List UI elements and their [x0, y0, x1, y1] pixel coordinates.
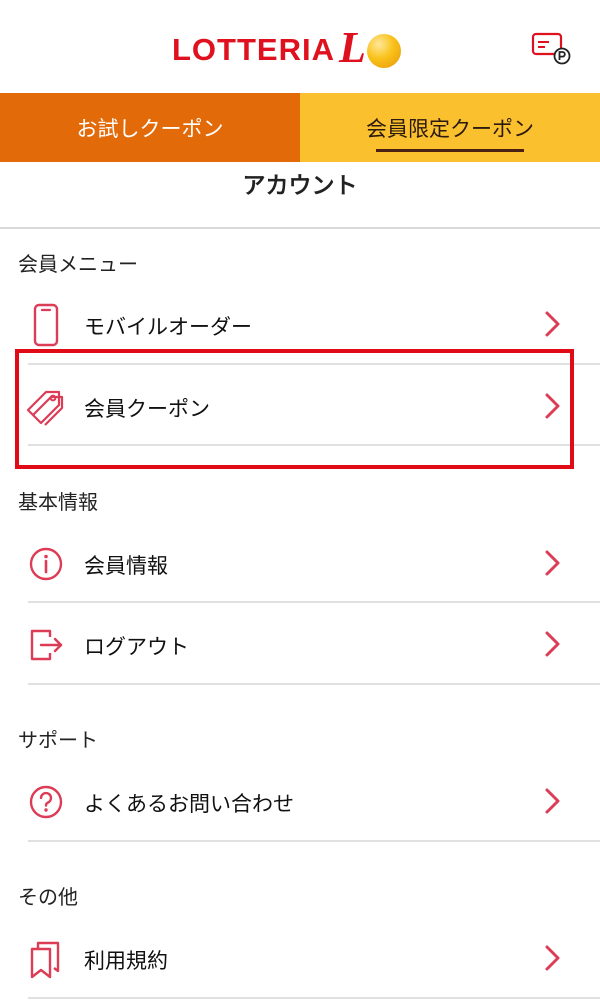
logo-mark: L — [339, 23, 405, 72]
chevron-right-icon — [540, 310, 566, 338]
chevron-right-icon — [540, 787, 566, 815]
tab-trial-coupon-label: お試しクーポン — [76, 116, 224, 141]
tab-trial-coupon[interactable]: お試しクーポン — [0, 93, 300, 162]
app-header: LOTTERIA L — [0, 0, 600, 93]
bookmark-icon — [24, 937, 68, 981]
highlight-box — [15, 349, 574, 469]
tab-member-coupon[interactable]: 会員限定クーポン — [300, 93, 600, 162]
chevron-right-icon — [540, 944, 566, 972]
row-divider — [28, 997, 600, 999]
points-card-icon[interactable] — [531, 31, 571, 67]
smartphone-icon — [24, 303, 68, 347]
menu-item-label: よくあるお問い合わせ — [84, 792, 294, 816]
question-icon — [24, 780, 68, 824]
section-header-support: サポート — [18, 728, 98, 752]
chevron-right-icon — [540, 630, 566, 658]
logout-icon — [24, 623, 68, 667]
menu-item-logout[interactable]: ログアウト — [0, 603, 600, 683]
menu-item-faq[interactable]: よくあるお問い合わせ — [0, 760, 600, 840]
chevron-right-icon — [540, 549, 566, 577]
menu-item-label: ログアウト — [84, 635, 189, 659]
logo-ball-icon — [367, 34, 401, 68]
menu-item-label: 会員情報 — [84, 554, 168, 578]
section-header-basic-info: 基本情報 — [18, 490, 98, 514]
menu-item-label: 利用規約 — [84, 949, 168, 973]
title-divider — [0, 227, 600, 229]
section-header-other: その他 — [18, 885, 78, 909]
info-icon — [24, 542, 68, 586]
row-divider — [28, 840, 600, 842]
tab-member-coupon-label: 会員限定クーポン — [366, 116, 534, 141]
row-divider — [28, 683, 600, 685]
section-header-member-menu: 会員メニュー — [18, 252, 138, 276]
logo-l-letter: L — [339, 23, 366, 72]
menu-item-terms[interactable]: 利用規約 — [0, 917, 600, 997]
menu-item-member-info[interactable]: 会員情報 — [0, 522, 600, 602]
coupon-tabs: お試しクーポン 会員限定クーポン — [0, 93, 600, 162]
page-title: アカウント — [242, 173, 358, 199]
active-tab-indicator — [376, 149, 524, 152]
logo-wordmark: LOTTERIA — [172, 32, 335, 67]
lotteria-logo[interactable]: LOTTERIA L — [172, 23, 405, 72]
menu-item-label: モバイルオーダー — [84, 315, 252, 339]
